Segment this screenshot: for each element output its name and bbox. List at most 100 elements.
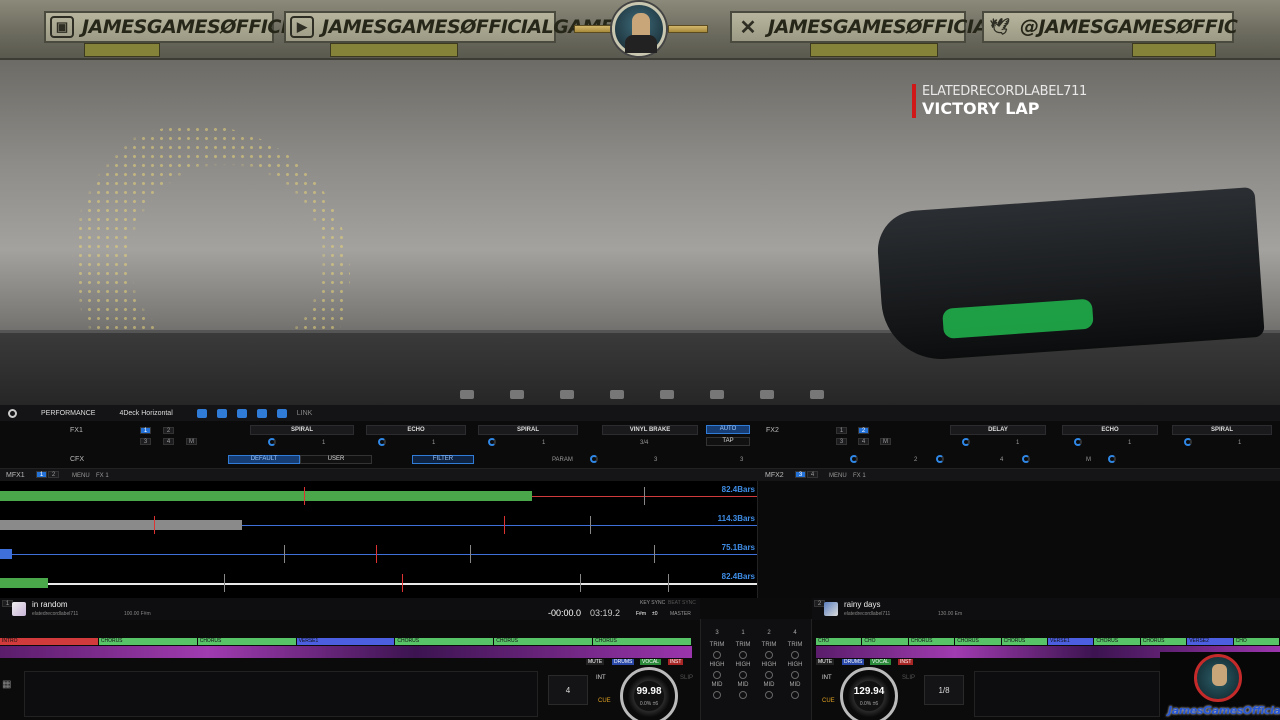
mixer-mid-knob[interactable]: MID (707, 679, 727, 691)
fx2-beat-knob-4[interactable] (1108, 455, 1116, 463)
mfx2-menu[interactable]: MENU (829, 473, 847, 479)
mfx2-fx-select[interactable]: FX 1 (853, 473, 866, 479)
fx2-deck-4[interactable]: 4 (858, 438, 869, 445)
mfx2-deck-4[interactable]: 4 (807, 471, 818, 478)
rec-view-icon[interactable] (276, 408, 287, 418)
mixer-trim-knob[interactable]: TRIM (707, 639, 727, 651)
knob-icon[interactable] (739, 651, 747, 659)
layout-selector[interactable]: 4Deck Horizontal (119, 410, 172, 417)
fx2-slot-1[interactable]: DELAY (950, 425, 1046, 435)
knob-icon[interactable] (739, 691, 747, 699)
deck-2-mute[interactable]: MUTE (816, 659, 835, 665)
fx2-beat-knob-2[interactable] (936, 455, 944, 463)
deck-1-cue[interactable]: CUE (598, 698, 611, 704)
deck-1-int[interactable]: INT (596, 675, 606, 681)
fx1-slot-2[interactable]: ECHO (366, 425, 466, 435)
fx1-master[interactable]: M (186, 438, 197, 445)
fx1-knob-1[interactable] (268, 438, 276, 446)
deck-1-drums[interactable]: DRUMS (612, 659, 635, 665)
fx1-slot-3[interactable]: SPIRAL (478, 425, 578, 435)
overview-track-2[interactable]: 114.3Bars (0, 512, 757, 540)
fx2-slot-3[interactable]: SPIRAL (1172, 425, 1272, 435)
mixer-view-icon[interactable] (236, 408, 247, 418)
browser-view-icon[interactable] (256, 408, 267, 418)
deck-2-slip[interactable]: SLIP (902, 675, 915, 681)
fx2-slot-2[interactable]: ECHO (1062, 425, 1158, 435)
fx2-deck-3[interactable]: 3 (836, 438, 847, 445)
mfx2-deck-3[interactable]: 3 (795, 471, 806, 478)
deck-1-inst[interactable]: INST (668, 659, 684, 665)
fx1-tap-button[interactable]: TAP (706, 437, 750, 446)
mixer-channel-3[interactable]: 3 TRIM HIGH MID (707, 627, 727, 699)
fx1-deck-1[interactable]: 1 (140, 427, 151, 434)
track-overview-area[interactable]: 82.4Bars 114.3Bars 75.1Bars 82.4Bars (0, 481, 757, 598)
fx1-slot-4[interactable]: VINYL BRAKE (602, 425, 698, 435)
fx1-deck-2[interactable]: 2 (163, 427, 174, 434)
fx2-beat-knob-3[interactable] (1022, 455, 1030, 463)
grid-icon[interactable]: ▦ (2, 679, 11, 690)
mixer-mid-knob[interactable]: MID (733, 679, 753, 691)
mixer-trim-knob[interactable]: TRIM (785, 639, 805, 651)
mode-selector[interactable]: PERFORMANCE (41, 410, 95, 417)
link-button[interactable]: LINK (297, 410, 313, 417)
deck-2-jog[interactable]: 129.94 0.0% ±6 (840, 667, 898, 720)
deck-1-beat-sync[interactable]: BEAT SYNC (668, 600, 696, 606)
fx1-auto-button[interactable]: AUTO (706, 425, 750, 434)
deck-1-beatjump[interactable]: 4 (548, 675, 588, 705)
deck-1-master[interactable]: MASTER (670, 611, 691, 617)
mixer-channel-4[interactable]: 4 TRIM HIGH MID (785, 627, 805, 699)
mixer-mid-knob[interactable]: MID (759, 679, 779, 691)
mixer-high-knob[interactable]: HIGH (733, 659, 753, 671)
fx2-knob-1[interactable] (962, 438, 970, 446)
fx1-deck-4[interactable]: 4 (163, 438, 174, 445)
mixer-mid-knob[interactable]: MID (785, 679, 805, 691)
deck-2-beatjump[interactable]: 1/8 (924, 675, 964, 705)
deck-2-int[interactable]: INT (822, 675, 832, 681)
mixer-channel-1[interactable]: 1 TRIM HIGH MID (733, 627, 753, 699)
deck-1-jog[interactable]: 99.98 0.0% ±6 (620, 667, 678, 720)
fx-view-icon[interactable] (216, 408, 227, 418)
mixer-high-knob[interactable]: HIGH (785, 659, 805, 671)
fx1-knob-2[interactable] (378, 438, 386, 446)
mixer-high-knob[interactable]: HIGH (759, 659, 779, 671)
overview-track-4[interactable]: 82.4Bars (0, 570, 757, 598)
deck-2-inst[interactable]: INST (898, 659, 914, 665)
deck-1-waveform[interactable] (0, 646, 692, 658)
fx2-knob-3[interactable] (1184, 438, 1192, 446)
fx2-deck-2[interactable]: 2 (858, 427, 869, 434)
mixer-trim-knob[interactable]: TRIM (759, 639, 779, 651)
fx2-master[interactable]: M (880, 438, 891, 445)
fx1-slot-1[interactable]: SPIRAL (250, 425, 354, 435)
deck-1-vocal[interactable]: VOCAL (640, 659, 661, 665)
knob-icon[interactable] (713, 671, 721, 679)
fx1-knob-3[interactable] (488, 438, 496, 446)
cfx-default-button[interactable]: DEFAULT (228, 455, 300, 464)
fx2-beat-knob-1[interactable] (850, 455, 858, 463)
mfx1-deck-1[interactable]: 1 (36, 471, 47, 478)
mixer-trim-knob[interactable]: TRIM (733, 639, 753, 651)
deck-1-mute[interactable]: MUTE (586, 659, 605, 665)
overview-track-1[interactable]: 82.4Bars (0, 483, 757, 511)
deck-1-key-sync[interactable]: KEY SYNC (640, 600, 665, 606)
deck-1-slip[interactable]: SLIP (680, 675, 693, 681)
cfx-param-knob[interactable] (590, 455, 598, 463)
deck-2-pad-grid[interactable] (974, 671, 1160, 717)
mfx1-deck-2[interactable]: 2 (48, 471, 59, 478)
knob-icon[interactable] (765, 691, 773, 699)
knob-icon[interactable] (791, 691, 799, 699)
deck-view-icon[interactable] (196, 408, 207, 418)
knob-icon[interactable] (765, 671, 773, 679)
fx2-knob-2[interactable] (1074, 438, 1082, 446)
knob-icon[interactable] (765, 651, 773, 659)
cfx-user-button[interactable]: USER (300, 455, 372, 464)
mixer-channel-2[interactable]: 2 TRIM HIGH MID (759, 627, 779, 699)
cfx-filter-button[interactable]: FILTER (412, 455, 474, 464)
mixer-high-knob[interactable]: HIGH (707, 659, 727, 671)
deck-2-cue[interactable]: CUE (822, 698, 835, 704)
deck-2-drums[interactable]: DRUMS (842, 659, 865, 665)
overview-track-3[interactable]: 75.1Bars (0, 541, 757, 569)
knob-icon[interactable] (713, 691, 721, 699)
deck-1-pad-grid[interactable] (24, 671, 538, 717)
knob-icon[interactable] (739, 671, 747, 679)
deck-2-vocal[interactable]: VOCAL (870, 659, 891, 665)
